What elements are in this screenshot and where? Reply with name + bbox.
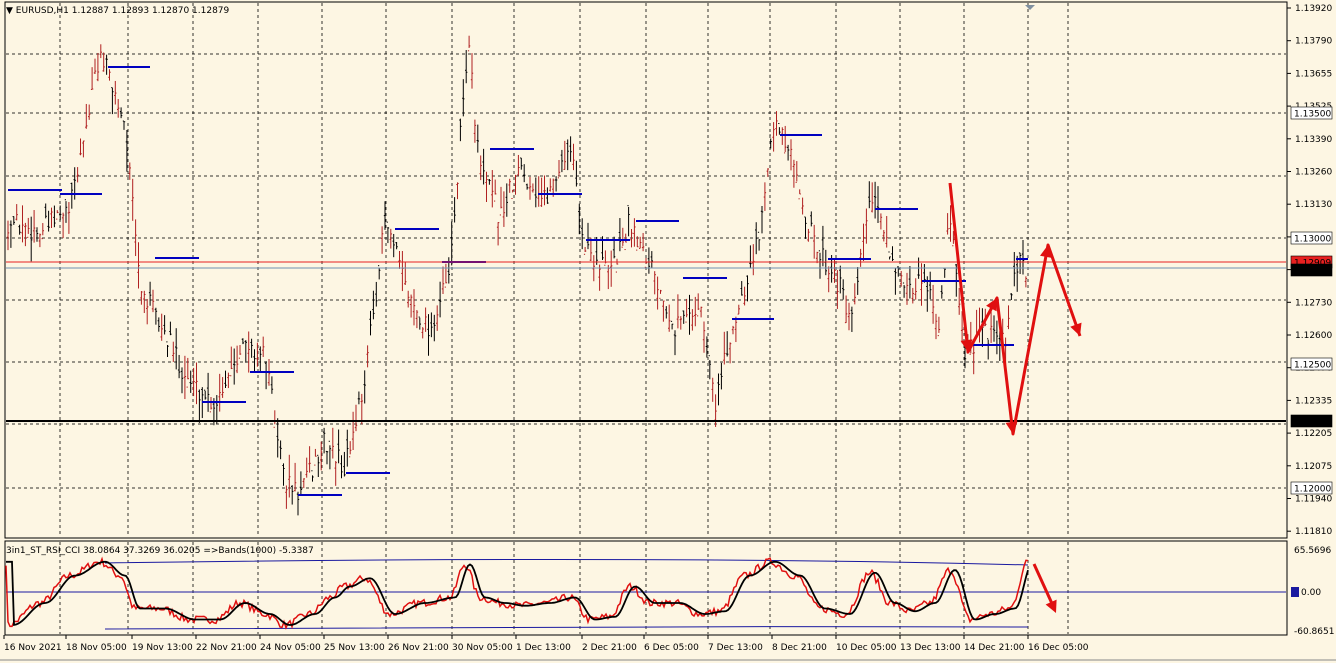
time-tick-label: 8 Dec 21:00: [772, 643, 827, 653]
time-tick-label: 24 Nov 05:00: [260, 643, 321, 653]
indicator-bands: =>Bands(1000) -5.3387: [203, 546, 314, 556]
indicator-zero-marker: [1291, 587, 1299, 597]
time-tick-label: 13 Dec 13:00: [900, 643, 961, 653]
price-level-label: 1.13000: [1294, 235, 1331, 245]
indicator-header: 3in1_ST_RSI_CCI 38.0864 37.3269 36.0205 …: [6, 546, 314, 556]
indicator-axis-top: 65.5696: [1294, 546, 1331, 556]
price-tick-label: 1.11940: [1295, 495, 1332, 505]
price-tick-label: 1.13790: [1295, 37, 1332, 47]
time-tick-label: 16 Nov 2021: [4, 643, 62, 653]
indicator-axis-bottom: -60.8651: [1294, 627, 1334, 637]
time-tick-label: 26 Nov 21:00: [388, 643, 449, 653]
symbol-label: EURUSD,H1: [15, 6, 69, 16]
time-tick-label: 30 Nov 05:00: [452, 643, 513, 653]
price-tick-label: 1.12205: [1295, 429, 1332, 439]
price-level-label: 1.12274: [1294, 418, 1331, 428]
time-tick-label: 7 Dec 13:00: [708, 643, 763, 653]
price-level-label: 1.12000: [1294, 485, 1331, 495]
time-tick-label: 2 Dec 21:00: [582, 643, 637, 653]
time-tick-label: 19 Nov 13:00: [132, 643, 193, 653]
price-tick-label: 1.13655: [1295, 69, 1332, 79]
time-tick-label: 1 Dec 13:00: [516, 643, 571, 653]
indicator-name: 3in1_ST_RSI_CCI: [6, 546, 81, 556]
chart-header: ▼ EURUSD,H1 1.12887 1.12893 1.12870 1.12…: [6, 6, 229, 16]
price-level-label: 1.12879: [1294, 267, 1331, 277]
time-tick-label: 22 Nov 21:00: [196, 643, 257, 653]
time-tick-label: 14 Dec 21:00: [964, 643, 1025, 653]
chart-window[interactable]: 1.139201.137901.136551.135251.133901.132…: [0, 0, 1336, 663]
price-tick-label: 1.12730: [1295, 298, 1332, 308]
price-tick-label: 1.13130: [1295, 200, 1332, 210]
ohlc-values: 1.12887 1.12893 1.12870 1.12879: [71, 6, 230, 16]
chart-canvas[interactable]: 1.139201.137901.136551.135251.133901.132…: [0, 0, 1336, 663]
indicator-axis-mid: 0.00: [1301, 588, 1321, 598]
time-tick-label: 16 Dec 05:00: [1028, 643, 1089, 653]
price-tick-label: 1.12600: [1295, 331, 1332, 341]
price-tick-label: 1.12075: [1295, 462, 1332, 472]
chart-menu-arrow-icon[interactable]: ▼: [6, 6, 13, 16]
time-tick-label: 6 Dec 05:00: [644, 643, 699, 653]
time-tick-label: 18 Nov 05:00: [66, 643, 127, 653]
price-tick-label: 1.13920: [1295, 4, 1332, 14]
price-level-label: 1.12500: [1294, 361, 1331, 371]
price-level-label: 1.13500: [1294, 110, 1331, 120]
price-tick-label: 1.13260: [1295, 168, 1332, 178]
indicator-values: 38.0864 37.3269 36.0205: [83, 546, 201, 556]
price-tick-label: 1.11810: [1295, 527, 1332, 537]
time-tick-label: 10 Dec 05:00: [836, 643, 897, 653]
price-tick-label: 1.12335: [1295, 396, 1332, 406]
price-tick-label: 1.13390: [1295, 135, 1332, 145]
time-tick-label: 25 Nov 13:00: [324, 643, 385, 653]
